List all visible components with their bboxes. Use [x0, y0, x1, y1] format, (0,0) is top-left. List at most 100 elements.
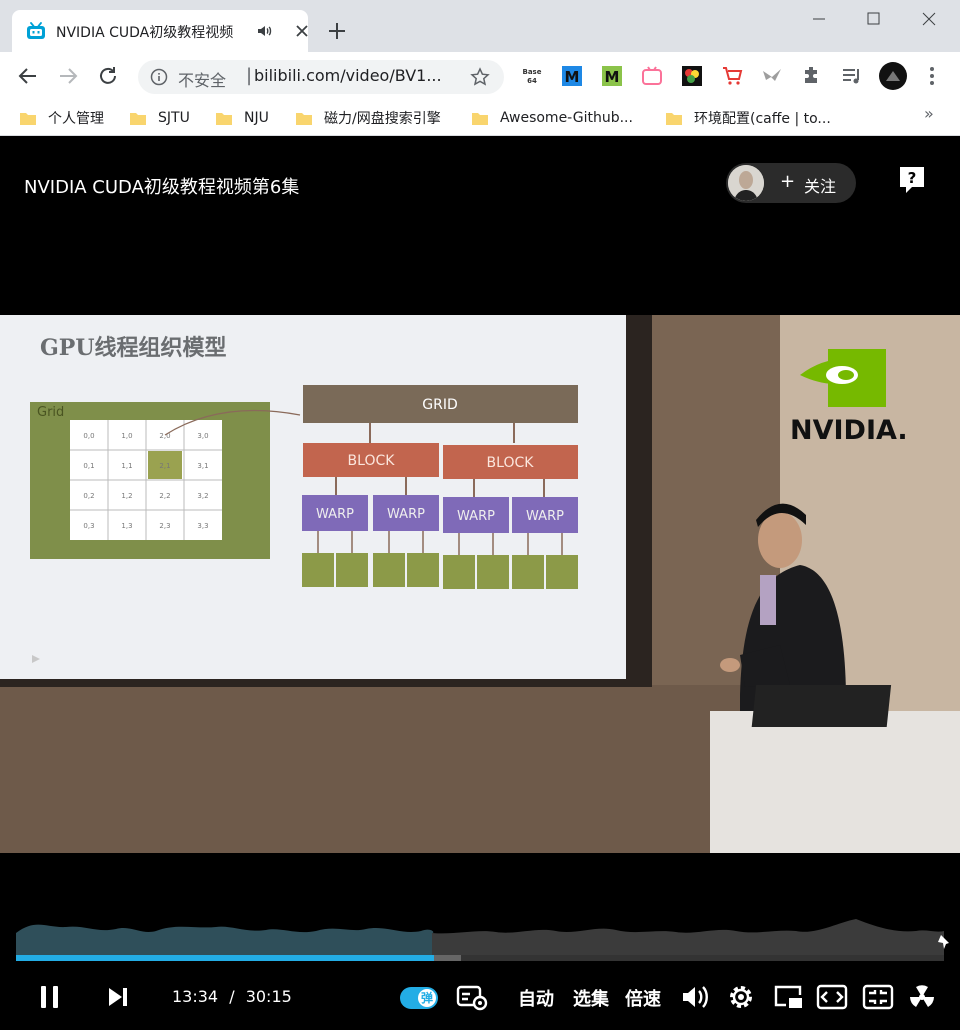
forward-icon[interactable]: [56, 64, 80, 88]
extensions-puzzle-icon[interactable]: [800, 64, 824, 88]
bookmark-folder[interactable]: 磁力/网盘搜索引擎: [296, 108, 441, 128]
progress-played: [16, 955, 434, 961]
m-blue-extension-icon[interactable]: M: [560, 64, 584, 88]
url-text[interactable]: bilibili.com/video/BV1...: [254, 66, 442, 85]
svg-text:1,1: 1,1: [121, 462, 132, 470]
volume-icon[interactable]: [680, 983, 710, 1011]
widescreen-icon[interactable]: [816, 983, 848, 1011]
time-display: 13:34 / 30:15: [172, 987, 292, 1006]
bookmark-label: 个人管理: [48, 111, 104, 127]
reload-icon[interactable]: [96, 64, 120, 88]
danmaku-knob: 弹: [418, 989, 436, 1007]
svg-text:2,3: 2,3: [159, 522, 170, 530]
nvidia-wordmark: NVIDIA.: [790, 415, 908, 446]
chrome-menu-icon[interactable]: [920, 64, 944, 88]
picture-in-picture-icon[interactable]: [772, 983, 804, 1011]
bookmark-label: 环境配置(caffe | to...: [694, 111, 831, 127]
folder-icon: [472, 113, 488, 125]
bookmark-label: 磁力/网盘搜索引擎: [324, 111, 441, 127]
base64-extension-icon[interactable]: Base 64: [520, 64, 544, 88]
bookmark-folder[interactable]: 个人管理: [20, 108, 104, 128]
browser-tab[interactable]: NVIDIA CUDA初级教程视频: [12, 10, 308, 52]
svg-text:3,1: 3,1: [197, 462, 208, 470]
progress-heatmap: [16, 919, 944, 959]
episodes-button[interactable]: 选集: [573, 985, 609, 1011]
svg-text:1,2: 1,2: [121, 492, 132, 500]
progress-bar[interactable]: [16, 955, 944, 961]
radiation-extension-icon[interactable]: [906, 981, 938, 1013]
svg-text:3,0: 3,0: [197, 432, 208, 440]
svg-text:1,3: 1,3: [121, 522, 132, 530]
svg-text:0,1: 0,1: [83, 462, 94, 470]
next-icon[interactable]: [106, 985, 130, 1009]
slide-grid-label: Grid: [37, 405, 64, 420]
site-info-icon[interactable]: [150, 68, 168, 86]
slide-heading: GPU线程组织模型: [40, 335, 227, 361]
folder-icon: [296, 113, 312, 125]
bookmark-folder[interactable]: 环境配置(caffe | to...: [666, 108, 831, 128]
tab-close-icon[interactable]: [294, 23, 310, 39]
current-time: 13:34: [172, 987, 219, 1006]
bookmark-star-icon[interactable]: [470, 67, 490, 87]
slide-warp-2: WARP: [387, 507, 425, 522]
svg-text:2,1: 2,1: [159, 462, 170, 470]
maximize-icon[interactable]: [860, 8, 886, 30]
address-bar[interactable]: 不安全 | bilibili.com/video/BV1...: [138, 60, 504, 94]
bookmark-folder[interactable]: Awesome-Github...: [472, 108, 633, 128]
folder-icon: [216, 113, 232, 125]
insecure-label: 不安全: [178, 71, 227, 90]
bookmark-folder[interactable]: NJU: [216, 108, 269, 128]
new-tab-icon[interactable]: [326, 20, 348, 42]
follow-plus-icon: +: [780, 171, 796, 192]
bookmark-label: NJU: [244, 110, 269, 126]
settings-gear-icon[interactable]: [726, 983, 756, 1011]
pause-icon[interactable]: [38, 983, 62, 1011]
slide-block-2: BLOCK: [487, 455, 535, 471]
minimize-icon[interactable]: [806, 8, 832, 30]
help-icon[interactable]: ?: [898, 165, 926, 195]
more-bookmarks-button[interactable]: »: [924, 104, 934, 123]
svg-text:0,0: 0,0: [83, 432, 94, 440]
profile-avatar-icon[interactable]: [878, 61, 908, 91]
cart-extension-icon[interactable]: [720, 64, 744, 88]
auto-quality-button[interactable]: 自动: [518, 985, 554, 1011]
speed-button[interactable]: 倍速: [625, 985, 661, 1011]
web-fullscreen-icon[interactable]: [862, 983, 894, 1011]
back-icon[interactable]: [16, 64, 40, 88]
slide-block-1: BLOCK: [348, 453, 396, 469]
window-close-icon[interactable]: [916, 8, 942, 30]
colorful-extension-icon[interactable]: [680, 64, 704, 88]
danmaku-toggle[interactable]: 弹: [400, 987, 438, 1009]
svg-text:M: M: [605, 68, 620, 86]
tab-title: NVIDIA CUDA初级教程视频: [56, 25, 234, 41]
tab-strip: NVIDIA CUDA初级教程视频: [0, 0, 960, 52]
bookmark-label: Awesome-Github...: [500, 110, 633, 126]
folder-icon: [20, 113, 36, 125]
svg-text:3,2: 3,2: [197, 492, 208, 500]
bilibili-extension-icon[interactable]: [640, 64, 664, 88]
bookmark-folder[interactable]: SJTU: [130, 108, 190, 128]
folder-icon: [130, 113, 146, 125]
m-green-extension-icon[interactable]: M: [600, 64, 624, 88]
video-frame[interactable]: GPU线程组织模型 Grid 0,0 1,0 2,0 3,0 0,1 1,1 2…: [0, 315, 960, 853]
svg-text:1,0: 1,0: [121, 432, 132, 440]
pin-progress-icon[interactable]: [936, 933, 954, 951]
folder-icon: [666, 113, 682, 125]
bird-extension-icon[interactable]: [760, 64, 784, 88]
bookmark-label: SJTU: [158, 110, 190, 126]
uploader-avatar: [728, 165, 764, 201]
svg-text:2,2: 2,2: [159, 492, 170, 500]
video-title: NVIDIA CUDA初级教程视频第6集: [24, 177, 300, 198]
audio-playing-icon[interactable]: [256, 22, 274, 40]
danmaku-settings-icon[interactable]: [456, 985, 488, 1011]
lecture-scene: GPU线程组织模型 Grid 0,0 1,0 2,0 3,0 0,1 1,1 2…: [0, 315, 960, 853]
duration: 30:15: [245, 987, 292, 1006]
bookmarks-bar: 个人管理 SJTU NJU 磁力/网盘搜索引擎 Awesome-Github..…: [0, 100, 960, 136]
bilibili-favicon-icon: [27, 22, 45, 39]
video-player[interactable]: NVIDIA CUDA初级教程视频第6集 + 关注 ? GPU线程组织模型 Gr…: [0, 137, 960, 1030]
media-controls-icon[interactable]: [840, 64, 864, 88]
follow-button[interactable]: + 关注: [726, 163, 856, 203]
slide-warp-1: WARP: [316, 507, 354, 522]
svg-text:Base: Base: [523, 68, 542, 76]
browser-toolbar: 不安全 | bilibili.com/video/BV1... Base 64 …: [0, 52, 960, 100]
